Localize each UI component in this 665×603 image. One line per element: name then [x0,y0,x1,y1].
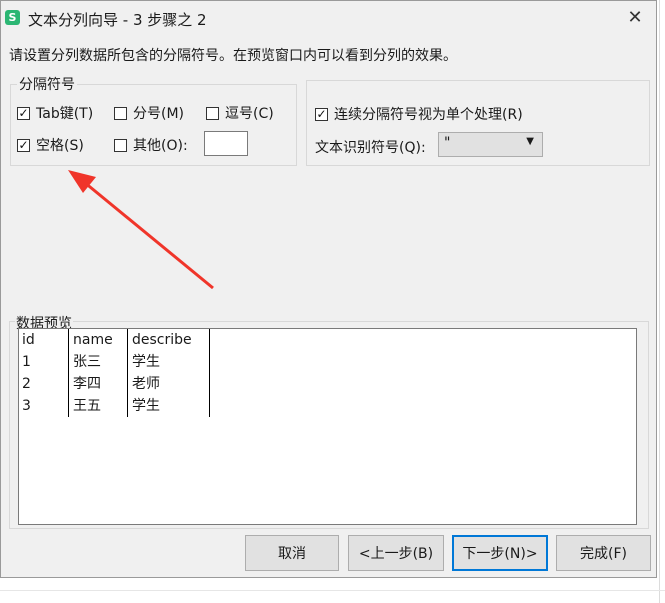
space-label: 空格(S) [36,138,84,154]
preview-pane[interactable]: id 1 2 3 name 张三 李四 王五 describe 学生 老师 学生 [18,328,637,525]
text-qualifier-value: " [444,135,451,151]
sheet-gridline [659,0,660,603]
preview-cell: 2 [22,376,31,392]
consecutive-label: 连续分隔符号视为单个处理(R) [334,107,523,123]
semicolon-checkbox[interactable]: 分号(M) [114,103,184,123]
space-checkbox[interactable]: ✓ 空格(S) [17,135,84,155]
checkbox-checked-icon[interactable]: ✓ [17,106,30,120]
preview-column: name 张三 李四 王五 [70,329,113,417]
preview-cell: 学生 [132,354,160,370]
preview-cell: 王五 [73,398,101,414]
finish-button[interactable]: 完成(F) [556,535,651,571]
preview-cell: 老师 [132,376,160,392]
chevron-down-icon: ▼ [526,136,534,147]
column-separator[interactable] [127,329,128,417]
window-title: 文本分列向导 - 3 步骤之 2 [28,11,207,29]
other-label: 其他(O): [133,138,188,154]
text-qualifier-label: 文本识别符号(Q): [315,140,426,156]
instruction-text: 请设置分列数据所包含的分隔符号。在预览窗口内可以看到分列的效果。 [9,48,457,64]
preview-cell: 学生 [132,398,160,414]
preview-cell: 3 [22,398,31,414]
preview-cell: 李四 [73,376,101,392]
delimiters-legend: 分隔符号 [19,77,75,93]
column-separator[interactable] [209,329,210,417]
cancel-button[interactable]: 取消 [245,535,339,571]
column-separator[interactable] [68,329,69,417]
preview-cell: 张三 [73,354,101,370]
preview-column: describe 学生 老师 学生 [129,329,192,417]
back-button[interactable]: <上一步(B) [348,535,444,571]
comma-checkbox[interactable]: 逗号(C) [206,103,274,123]
preview-cell: name [73,332,113,348]
semicolon-label: 分号(M) [133,106,185,122]
close-icon[interactable]: ✕ [620,5,650,31]
tab-checkbox[interactable]: ✓ Tab键(T) [17,103,93,123]
preview-cell: 1 [22,354,31,370]
tab-label: Tab键(T) [36,106,94,122]
next-button[interactable]: 下一步(N)> [452,535,548,571]
text-qualifier-select[interactable]: " ▼ [438,132,543,157]
checkbox-checked-icon[interactable]: ✓ [17,138,30,152]
preview-cell: describe [132,332,192,348]
checkbox-icon[interactable] [206,106,219,120]
comma-label: 逗号(C) [225,106,274,122]
checkbox-icon[interactable] [114,138,127,152]
checkbox-icon[interactable] [114,106,127,120]
other-delimiter-input[interactable] [204,131,248,156]
text-to-columns-dialog: S 文本分列向导 - 3 步骤之 2 ✕ 请设置分列数据所包含的分隔符号。在预览… [0,0,657,578]
preview-cell: id [22,332,35,348]
wps-spreadsheet-icon: S [5,10,20,25]
consecutive-checkbox[interactable]: ✓ 连续分隔符号视为单个处理(R) [315,104,523,124]
preview-column: id 1 2 3 [19,329,35,417]
other-checkbox[interactable]: 其他(O): [114,135,188,155]
sheet-gridline [0,590,665,591]
title-bar: S 文本分列向导 - 3 步骤之 2 ✕ [1,1,656,35]
checkbox-checked-icon[interactable]: ✓ [315,107,328,121]
